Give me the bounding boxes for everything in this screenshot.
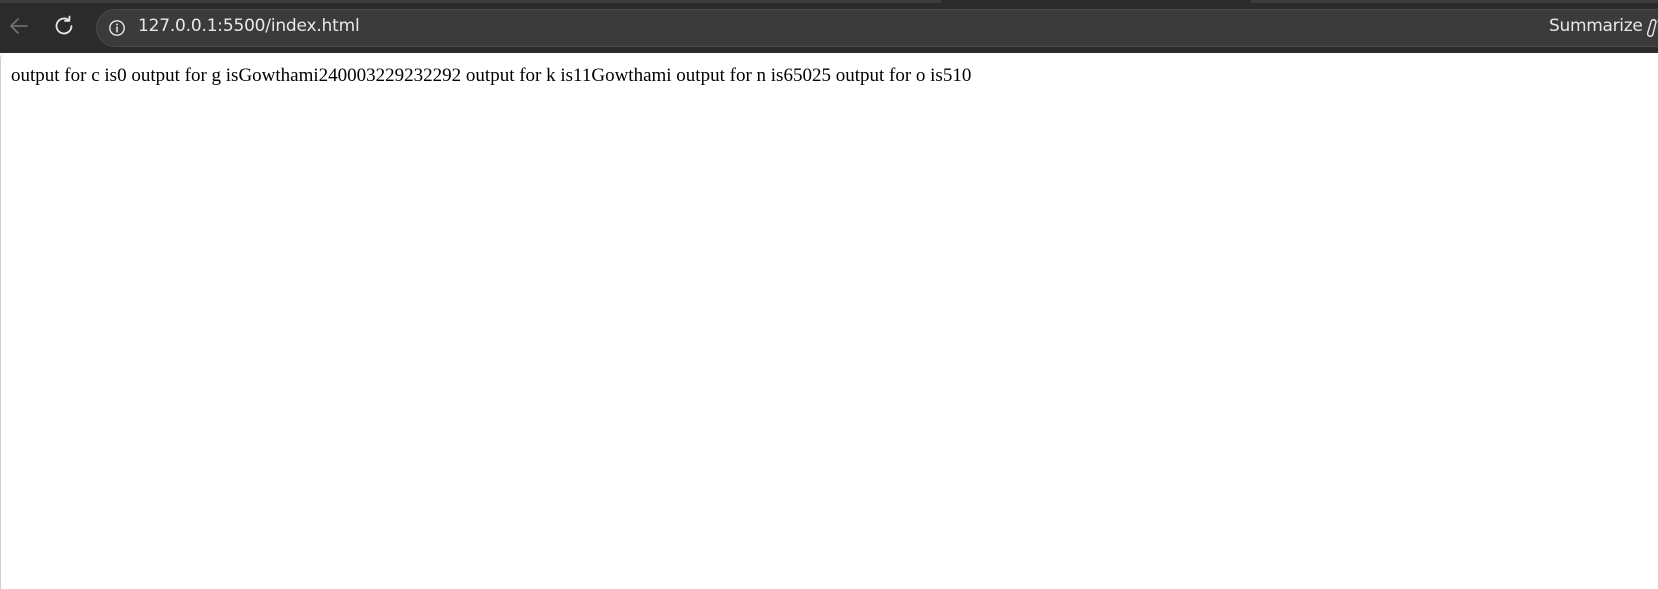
- reload-icon: [55, 15, 73, 35]
- copilot-summarize-icon[interactable]: [1646, 18, 1658, 38]
- page-output-text: output for c is0 output for g isGowthami…: [11, 65, 972, 86]
- summarize-button[interactable]: Summarize: [1549, 16, 1643, 36]
- back-button[interactable]: [5, 12, 33, 40]
- reload-button[interactable]: [50, 12, 78, 40]
- info-icon[interactable]: [108, 19, 126, 37]
- tab-strip-edge: [1250, 0, 1658, 3]
- url-text[interactable]: 127.0.0.1:5500/index.html: [138, 16, 360, 36]
- browser-toolbar: 127.0.0.1:5500/index.html Summarize: [0, 0, 1658, 53]
- arrow-left-icon: [10, 18, 28, 34]
- page-viewport: output for c is0 output for g isGowthami…: [0, 53, 1658, 589]
- tab-strip-edge: [0, 0, 942, 3]
- browser-window: 127.0.0.1:5500/index.html Summarize outp…: [0, 0, 1658, 589]
